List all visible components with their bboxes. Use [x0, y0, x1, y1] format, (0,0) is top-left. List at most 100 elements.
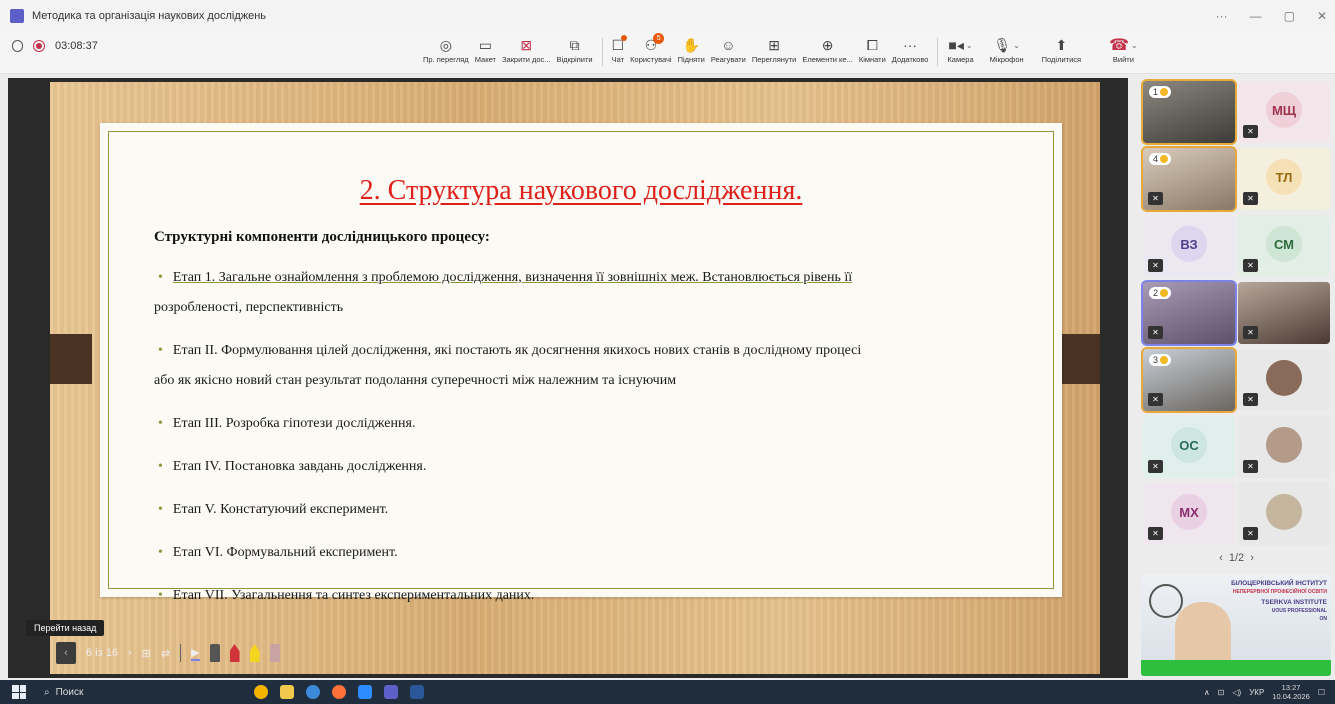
apps-button[interactable]: ⊕ Елементи ке...: [799, 32, 856, 65]
camera-icon: ■◂ ⌄: [948, 36, 973, 53]
list-item: розробленості, перспективність: [154, 300, 344, 315]
mic-off-icon: ✕: [1243, 259, 1258, 272]
slide-decoration-right: [1058, 334, 1100, 384]
more-icon: ···: [903, 37, 918, 53]
mic-off-icon: ✕: [1148, 326, 1163, 339]
participant-tile[interactable]: ✕: [1238, 349, 1330, 411]
minimize-button[interactable]: —: [1250, 9, 1262, 23]
maximize-button[interactable]: ▢: [1284, 9, 1295, 23]
taskbar-search[interactable]: ⌕ Поиск: [44, 687, 224, 698]
avatar: [1266, 493, 1302, 530]
teams-icon[interactable]: [384, 685, 398, 699]
mic-off-icon: ✕: [1243, 460, 1258, 473]
chat-icon: ☐: [612, 35, 627, 55]
participant-tile[interactable]: ОС ✕: [1143, 416, 1235, 478]
view-button[interactable]: ⊞ Переглянути: [749, 32, 799, 65]
react-button[interactable]: ☺ Реагувати: [708, 32, 749, 64]
participant-tile[interactable]: МХ ✕: [1143, 483, 1235, 545]
slide-subtitle: Структурні компоненти дослідницького про…: [154, 229, 490, 245]
participant-tile[interactable]: 3 ✕: [1141, 347, 1237, 413]
next-slide-button[interactable]: ›: [128, 647, 132, 659]
taskbar: ⌕ Поиск ∧ ⊡ ◁) УКР 13:27 10.04.2026 ☐: [0, 680, 1335, 704]
participant-tile[interactable]: ТЛ ✕: [1238, 148, 1330, 210]
list-item: • Етап V. Констатуючий експеримент.: [158, 502, 389, 517]
more-button[interactable]: ··· Додатково: [889, 32, 932, 64]
list-item: • Етап ІV. Постановка завдань дослідження…: [158, 459, 427, 474]
participant-tile[interactable]: МЩ ✕: [1238, 81, 1330, 143]
mic-off-icon: ✕: [1243, 125, 1258, 138]
more-icon[interactable]: ···: [1216, 9, 1228, 23]
avatar: ТЛ: [1266, 158, 1302, 195]
participant-tile[interactable]: 1: [1141, 79, 1237, 145]
chrome-icon[interactable]: [254, 685, 268, 699]
participant-tile[interactable]: ✕: [1238, 483, 1330, 545]
word-icon[interactable]: [410, 685, 424, 699]
divider: [601, 38, 603, 66]
teams-icon: [10, 9, 24, 23]
settings-icon[interactable]: ⇄: [161, 647, 170, 660]
chevron-up-icon[interactable]: ∧: [1204, 688, 1210, 697]
participant-tile[interactable]: 4 ✕: [1141, 146, 1237, 212]
participant-tile[interactable]: СМ ✕: [1238, 215, 1330, 277]
mic-button[interactable]: 🎙 ⌄ Мікрофон: [987, 32, 1027, 65]
avatar: [1266, 426, 1302, 463]
recording-icon: [33, 40, 45, 52]
avatar: [1266, 359, 1302, 396]
camera-button[interactable]: ■◂ ⌄ Камера: [944, 32, 976, 65]
participant-tile[interactable]: ✕: [1238, 282, 1330, 344]
presenter-video[interactable]: БІЛОЦЕРКІВСЬКИЙ ІНСТИТУТ НЕПЕРЕРВНОЇ ПРО…: [1141, 574, 1331, 676]
share-button[interactable]: ⬆ Поділитися: [1039, 32, 1084, 65]
people-icon: ⚇: [645, 33, 664, 55]
preview-button[interactable]: ◎ Пр. перегляд: [420, 32, 472, 65]
share-icon: ⬆: [1055, 36, 1068, 53]
leave-icon: ☎ ⌄: [1109, 37, 1138, 54]
firefox-icon[interactable]: [332, 685, 346, 699]
avatar: МХ: [1171, 493, 1207, 530]
recording-time: 03:08:37: [55, 40, 98, 52]
chat-button[interactable]: ☐ Чат: [609, 32, 628, 64]
grid-view-icon: ⊞: [768, 36, 780, 53]
tooltip: Перейти назад: [26, 620, 105, 636]
mic-off-icon: ✕: [1148, 527, 1163, 540]
participant-pager[interactable]: ‹ 1/2 ›: [1138, 552, 1335, 564]
participant-tile[interactable]: 2 ✕: [1141, 280, 1237, 346]
rooms-button[interactable]: ⧠ Кімнати: [856, 32, 889, 65]
windows-start-icon[interactable]: [12, 685, 26, 699]
mic-off-icon: ✕: [1243, 527, 1258, 540]
previous-slide-button[interactable]: ‹: [56, 642, 76, 664]
slide-counter: 6 із 16: [86, 647, 118, 659]
mic-icon: 🎙 ⌄: [993, 36, 1020, 53]
list-item: або як якісно новий стан результат подол…: [154, 373, 677, 388]
volume-icon[interactable]: ◁): [1232, 688, 1241, 697]
title-bar: Методика та організація наукових дослідж…: [0, 0, 1335, 32]
unpin-button[interactable]: ⧉ Відкріпити: [554, 32, 596, 65]
slide-bullets: • Етап 1. Загальне ознайомлення з проблем…: [154, 263, 1014, 624]
raise-hand-button[interactable]: ✋ Підняти: [675, 32, 708, 65]
eraser-tool-icon[interactable]: [269, 644, 280, 662]
eraser-icon[interactable]: [209, 644, 220, 662]
leave-button[interactable]: ☎ ⌄ Вийти: [1106, 32, 1141, 64]
stop-sharing-button[interactable]: ⊠ Закрити дос...: [499, 32, 554, 65]
mic-off-icon: ✕: [1148, 393, 1163, 406]
notifications-icon[interactable]: ☐: [1318, 688, 1325, 697]
slide-decoration-left: [50, 334, 92, 384]
people-button[interactable]: ⚇Користувачі: [627, 32, 674, 64]
layout-button[interactable]: ▭ Макет: [472, 32, 499, 65]
pointer-icon[interactable]: ▶: [191, 646, 200, 661]
zoom-icon[interactable]: [358, 685, 372, 699]
mic-off-icon: ✕: [1148, 192, 1163, 205]
participant-tile[interactable]: ВЗ ✕: [1143, 215, 1235, 277]
language-indicator[interactable]: УКР: [1249, 688, 1264, 697]
participant-tile[interactable]: ✕: [1238, 416, 1330, 478]
folder-icon[interactable]: [280, 685, 294, 699]
close-button[interactable]: ✕: [1317, 9, 1327, 23]
meeting-toolbar: 03:08:37 ◎ Пр. перегляд ▭ Макет ⊠ Закрити д…: [0, 32, 1335, 74]
grid-icon[interactable]: ⊞: [142, 647, 151, 660]
list-item: • Етап VІ. Формувальний експеримент.: [158, 545, 398, 560]
network-icon[interactable]: ⊡: [1218, 688, 1225, 697]
close-content-icon: ⊠: [520, 36, 533, 53]
highlighter-icon[interactable]: [249, 644, 260, 662]
edge-icon[interactable]: [306, 685, 320, 699]
clock[interactable]: 13:27 10.04.2026: [1272, 683, 1310, 701]
red-pen-icon[interactable]: [229, 644, 240, 662]
